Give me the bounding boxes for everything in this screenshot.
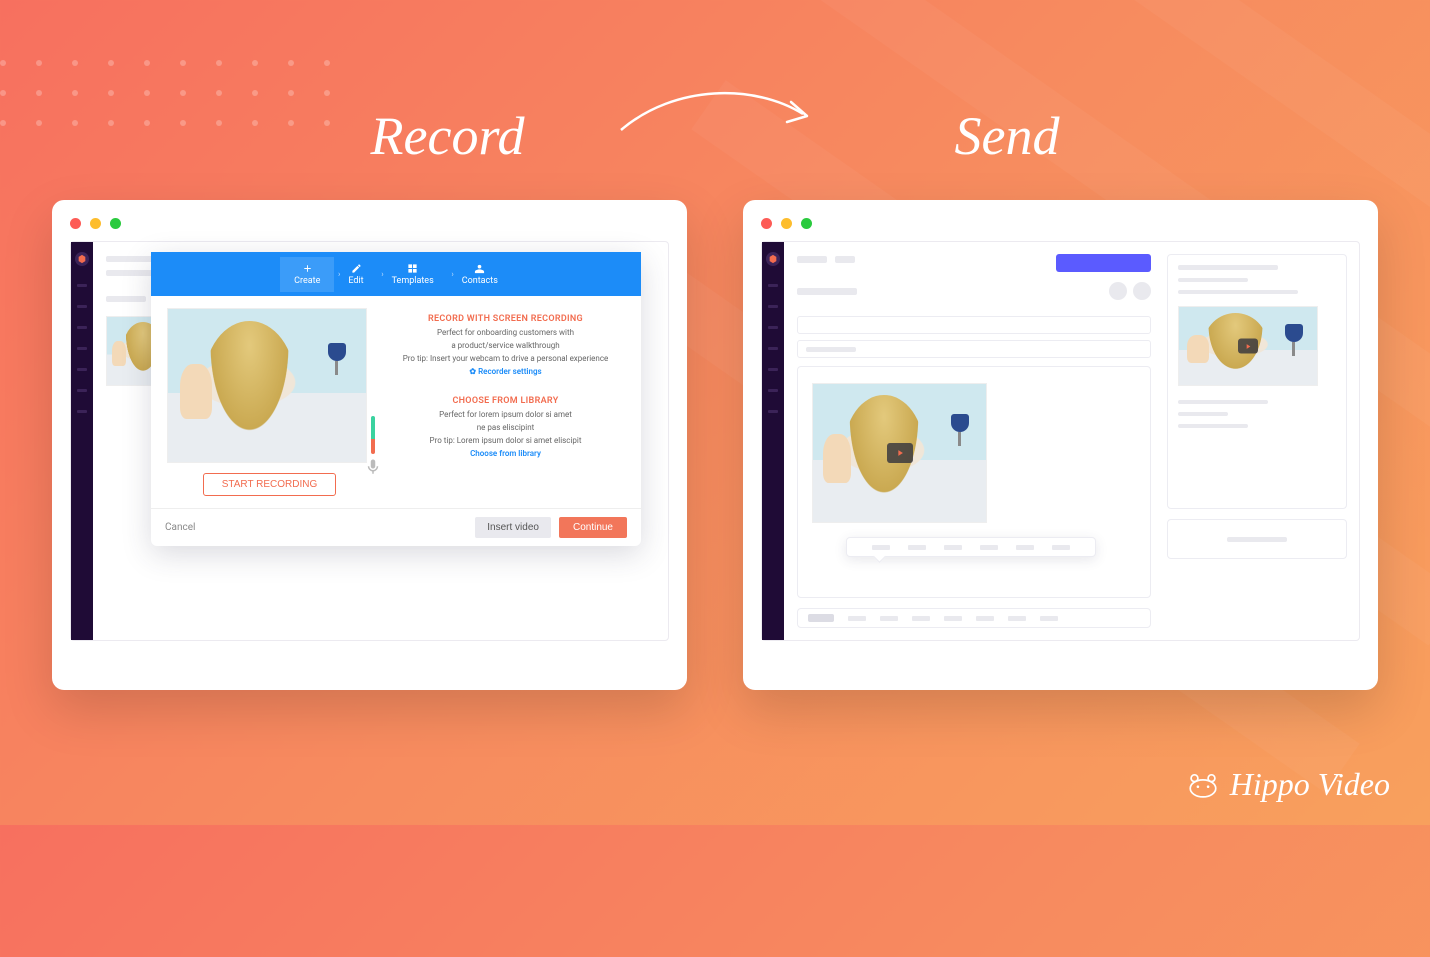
sidebar-item[interactable] — [768, 410, 778, 413]
tool-create[interactable]: Create › — [280, 257, 334, 292]
sidebar-item[interactable] — [77, 389, 87, 392]
tool-contacts[interactable]: Contacts — [448, 263, 512, 286]
sidebar-item[interactable] — [768, 284, 778, 287]
sidebar-item[interactable] — [768, 368, 778, 371]
sidebar-item[interactable] — [768, 347, 778, 350]
library-protip: Pro tip: Lorem ipsum dolor si amet elisc… — [386, 436, 625, 445]
side-preview-card — [1167, 254, 1347, 509]
side-card[interactable] — [1167, 519, 1347, 559]
screen-recording-desc: Perfect for onboarding customers with — [386, 328, 625, 337]
app-sidebar — [71, 242, 93, 640]
primary-action-button[interactable] — [1056, 254, 1151, 272]
sidebar-item[interactable] — [768, 389, 778, 392]
email-body[interactable] — [797, 366, 1151, 598]
heading-send: Send — [954, 105, 1059, 167]
window-controls — [70, 218, 669, 229]
sidebar-item[interactable] — [77, 326, 87, 329]
sidebar-item[interactable] — [768, 305, 778, 308]
sidebar-item[interactable] — [77, 347, 87, 350]
side-video-thumbnail[interactable] — [1178, 306, 1318, 386]
brand-logo: Hippo Video — [1186, 766, 1390, 803]
play-icon — [1238, 339, 1258, 354]
video-thumbnail[interactable] — [812, 383, 987, 523]
library-title: CHOOSE FROM LIBRARY — [386, 396, 625, 406]
choose-from-library-link[interactable]: Choose from library — [386, 449, 625, 458]
subject-field[interactable] — [797, 340, 1151, 358]
record-dialog: Create › Edit › Templates › — [151, 252, 641, 546]
sidebar-item[interactable] — [77, 305, 87, 308]
start-recording-button[interactable]: START RECORDING — [203, 473, 337, 496]
to-field[interactable] — [797, 316, 1151, 334]
app-sidebar — [762, 242, 784, 640]
dialog-toolbar: Create › Edit › Templates › — [151, 252, 641, 296]
cancel-link[interactable]: Cancel — [165, 522, 195, 533]
insert-video-button[interactable]: Insert video — [475, 517, 551, 538]
formatting-popover[interactable] — [846, 537, 1096, 557]
sidebar-item[interactable] — [768, 326, 778, 329]
compose-toolbar[interactable] — [797, 608, 1151, 628]
app-logo-icon[interactable] — [766, 252, 780, 266]
send-app-shell — [761, 241, 1360, 641]
continue-button[interactable]: Continue — [559, 517, 627, 538]
library-desc: Perfect for lorem ipsum dolor si amet — [386, 410, 625, 419]
dialog-footer: Cancel Insert video Continue — [151, 508, 641, 546]
arrow-icon — [615, 80, 815, 150]
sidebar-item[interactable] — [77, 368, 87, 371]
heading-record: Record — [371, 105, 525, 167]
avatar[interactable] — [1133, 282, 1151, 300]
mic-level-icon — [364, 416, 382, 476]
avatar[interactable] — [1109, 282, 1127, 300]
sidebar-item[interactable] — [77, 284, 87, 287]
recorder-settings-link[interactable]: ✿ Recorder settings — [386, 367, 625, 376]
tool-edit[interactable]: Edit › — [334, 263, 377, 286]
tool-templates[interactable]: Templates › — [378, 263, 448, 286]
hippo-icon — [1186, 771, 1220, 799]
webcam-preview — [167, 308, 367, 463]
sidebar-item[interactable] — [77, 410, 87, 413]
screen-recording-protip: Pro tip: Insert your webcam to drive a p… — [386, 354, 625, 363]
app-logo-icon[interactable] — [75, 252, 89, 266]
send-window — [743, 200, 1378, 690]
record-window: Create › Edit › Templates › — [52, 200, 687, 690]
screen-recording-title: RECORD WITH SCREEN RECORDING — [386, 314, 625, 324]
window-controls — [761, 218, 1360, 229]
record-app-shell: Create › Edit › Templates › — [70, 241, 669, 641]
brand-text: Hippo Video — [1230, 766, 1390, 803]
play-icon — [887, 443, 913, 463]
